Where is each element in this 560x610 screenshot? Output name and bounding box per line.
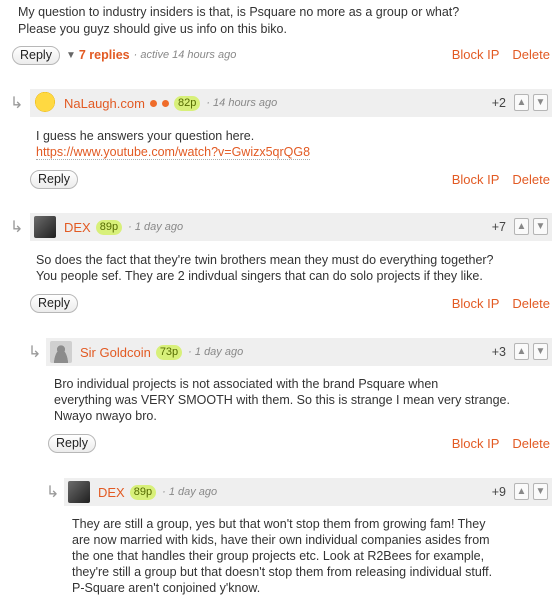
reply-button[interactable]: Reply: [30, 293, 78, 313]
timestamp: · 1 day ago: [188, 346, 244, 358]
reply-arrow-icon: ↳: [10, 95, 24, 112]
vote-score: +7: [491, 220, 506, 234]
points-badge: 73p: [155, 344, 183, 360]
comment-line: Nwayo nwayo bro.: [54, 409, 157, 423]
block-ip-link[interactable]: Block IP: [452, 296, 500, 311]
comment-body: I guess he answers your question here. h…: [36, 128, 546, 160]
comment-header: DEX 89p · 1 day ago +7 ▲ ▼: [30, 213, 552, 241]
moderation-links: Block IP Delete: [452, 47, 550, 62]
reply-arrow-icon: ↳: [10, 219, 24, 236]
comment-body: Bro individual projects is not associate…: [54, 376, 549, 424]
reply-button[interactable]: Reply: [48, 433, 96, 453]
timestamp: · 1 day ago: [162, 486, 218, 498]
delete-link[interactable]: Delete: [512, 47, 550, 62]
comment-line: P-Square aren't conjoined y'know.: [72, 581, 261, 595]
vote-score: +2: [491, 96, 506, 110]
triangle-down-icon: ▼: [65, 49, 76, 61]
parent-comment-line: My question to industry insiders is that…: [18, 5, 460, 19]
delete-link[interactable]: Delete: [512, 172, 550, 187]
comment-header: DEX 89p · 1 day ago +9 ▲ ▼: [64, 478, 552, 506]
thumbs-down-icon[interactable]: ▼: [533, 343, 548, 360]
thumbs-up-icon[interactable]: ▲: [514, 343, 529, 360]
parent-comment-text: My question to industry insiders is that…: [18, 4, 548, 38]
reply-button[interactable]: Reply: [30, 169, 78, 189]
comment-body: They are still a group, yes but that won…: [72, 516, 552, 596]
badge-dot: [161, 99, 169, 107]
moderation-links: Block IP Delete: [452, 436, 550, 451]
reply-button[interactable]: Reply: [12, 45, 60, 65]
youtube-link[interactable]: https://www.youtube.com/watch?v=Gwizx5qr…: [36, 145, 311, 160]
comment-header: NaLaugh.com 82p · 14 hours ago +2 ▲ ▼: [30, 89, 552, 117]
reply-arrow-icon: ↳: [46, 484, 60, 501]
thumbs-down-icon[interactable]: ▼: [533, 94, 548, 111]
thumbs-up-icon[interactable]: ▲: [514, 94, 529, 111]
points-badge: 89p: [129, 484, 157, 500]
reply-arrow-icon: ↳: [28, 344, 42, 361]
timestamp: · 14 hours ago: [206, 97, 278, 109]
thumbs-down-icon[interactable]: ▼: [533, 483, 548, 500]
parent-comment-line: Please you guyz should give us info on t…: [18, 22, 287, 36]
username[interactable]: NaLaugh.com: [64, 96, 145, 111]
block-ip-link[interactable]: Block IP: [452, 436, 500, 451]
thumbs-up-icon[interactable]: ▲: [514, 483, 529, 500]
moderation-links: Block IP Delete: [452, 172, 550, 187]
comment-header: Sir Goldcoin 73p · 1 day ago +3 ▲ ▼: [46, 338, 552, 366]
vote-score: +3: [491, 345, 506, 359]
avatar[interactable]: [34, 92, 56, 114]
active-note: · active 14 hours ago: [133, 49, 237, 61]
avatar[interactable]: [50, 341, 72, 363]
points-badge: 82p: [173, 95, 201, 111]
comment-line: Bro individual projects is not associate…: [54, 377, 439, 391]
comment-line: So does the fact that they're twin broth…: [36, 253, 494, 267]
vote-score: +9: [491, 485, 506, 499]
delete-link[interactable]: Delete: [512, 436, 550, 451]
block-ip-link[interactable]: Block IP: [452, 47, 500, 62]
comment-actions: Reply: [30, 292, 78, 314]
timestamp: · 1 day ago: [128, 221, 184, 233]
avatar[interactable]: [68, 481, 90, 503]
parent-actions: Reply ▼ 7 replies · active 14 hours ago: [12, 44, 236, 66]
badge-dot: [149, 99, 157, 107]
delete-link[interactable]: Delete: [512, 296, 550, 311]
avatar[interactable]: [34, 216, 56, 238]
comment-actions: Reply: [48, 432, 96, 454]
thumbs-up-icon[interactable]: ▲: [514, 218, 529, 235]
moderation-links: Block IP Delete: [452, 296, 550, 311]
replies-count: 7 replies: [78, 48, 130, 62]
comment-line: You people sef. They are 2 indivdual sin…: [36, 269, 483, 283]
comment-line: They are still a group, yes but that won…: [72, 517, 486, 531]
thumbs-down-icon[interactable]: ▼: [533, 218, 548, 235]
block-ip-link[interactable]: Block IP: [452, 172, 500, 187]
comment-line: they're still a group but that doesn't s…: [72, 565, 493, 579]
replies-toggle[interactable]: ▼ 7 replies: [66, 48, 130, 62]
username[interactable]: DEX: [98, 485, 125, 500]
comment-body: So does the fact that they're twin broth…: [36, 252, 551, 284]
comment-text: I guess he answers your question here.: [36, 129, 255, 143]
comment-line: the one that handles their group project…: [72, 549, 485, 563]
comment-line: are now married with kids, have their ow…: [72, 533, 490, 547]
points-badge: 89p: [95, 219, 123, 235]
comment-line: everything was VERY SMOOTH with them. So…: [54, 393, 510, 407]
username[interactable]: Sir Goldcoin: [80, 345, 151, 360]
comment-actions: Reply: [30, 168, 78, 190]
username[interactable]: DEX: [64, 220, 91, 235]
